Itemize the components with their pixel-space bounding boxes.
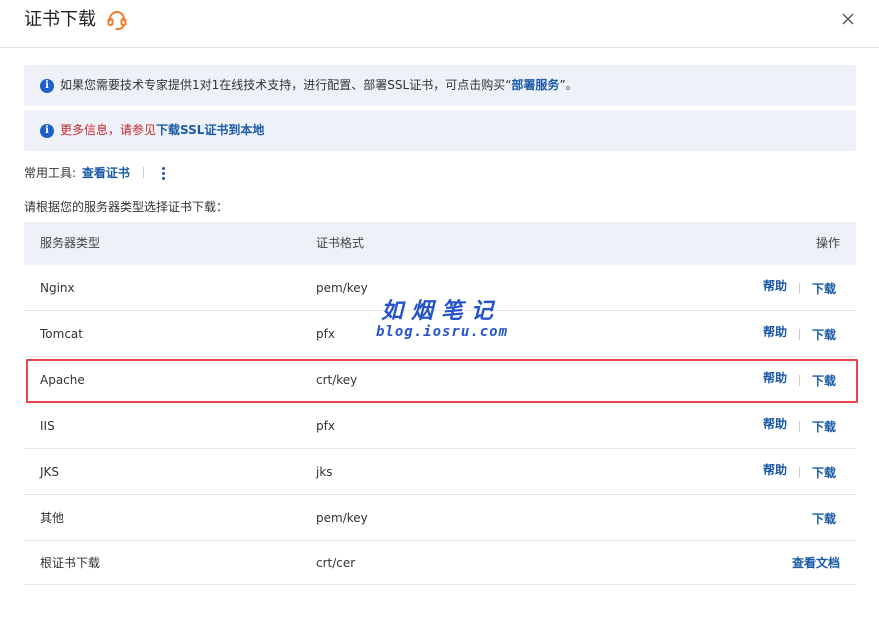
info-icon: i [40, 79, 54, 93]
cert-format: pfx [316, 327, 335, 341]
alert-text: 如果您需要技术专家提供1对1在线技术支持，进行配置、部署SSL证书，可点击购买“ [60, 78, 512, 92]
divider [142, 167, 144, 178]
alert-text: 更多信息，请参见 [60, 123, 157, 137]
server-type-prompt: 请根据您的服务器类型选择证书下载： [24, 200, 229, 214]
table-row: IIS pfx 帮助 下载 [24, 403, 856, 449]
support-service-alert: i 如果您需要技术专家提供1对1在线技术支持，进行配置、部署SSL证书，可点击购… [24, 65, 856, 106]
headset-support-icon[interactable] [106, 9, 128, 31]
cert-format: crt/cer [316, 556, 356, 570]
download-link[interactable]: 下载 [812, 511, 836, 528]
help-link[interactable]: 帮助 [763, 370, 787, 387]
watermark-url: blog.iosru.com [376, 324, 509, 340]
download-link[interactable]: 下载 [812, 281, 836, 298]
cert-format: jks [316, 465, 333, 479]
help-link[interactable]: 帮助 [763, 462, 787, 479]
table-header: 服务器类型 证书格式 操作 [24, 222, 856, 265]
cert-format: pfx [316, 419, 335, 433]
alert-suffix: ”。 [559, 78, 578, 92]
table-row: 根证书下载 crt/cer 查看文档 [24, 541, 856, 585]
header-cert-format: 证书格式 [316, 236, 365, 250]
server-type: 其他 [40, 511, 65, 525]
divider [798, 282, 800, 294]
header-server-type: 服务器类型 [40, 236, 101, 250]
help-link[interactable]: 帮助 [763, 416, 787, 433]
info-icon: i [40, 124, 54, 138]
server-type: Nginx [40, 281, 75, 295]
server-type: JKS [40, 465, 60, 479]
download-link[interactable]: 下载 [812, 419, 836, 436]
download-link[interactable]: 下载 [812, 327, 836, 344]
more-info-alert: i 更多信息，请参见下载SSL证书到本地 [24, 110, 856, 151]
cert-format: pem/key [316, 281, 368, 295]
dialog-header: 证书下载 [0, 0, 879, 48]
watermark: 如烟笔记 blog.iosru.com [376, 298, 509, 340]
divider [798, 374, 800, 386]
divider [798, 328, 800, 340]
table-row: Apache crt/key 帮助 下载 [24, 357, 856, 403]
cert-format: pem/key [316, 511, 368, 525]
divider [798, 466, 800, 478]
help-link[interactable]: 帮助 [763, 324, 787, 341]
download-link[interactable]: 下载 [812, 465, 836, 482]
help-link[interactable]: 帮助 [763, 278, 787, 295]
server-type: Apache [40, 373, 85, 387]
view-certificate-link[interactable]: 查看证书 [82, 166, 130, 180]
server-type: 根证书下载 [40, 556, 101, 570]
watermark-title: 如烟笔记 [380, 298, 501, 324]
divider [798, 420, 800, 432]
server-type-table: 服务器类型 证书格式 操作 Nginx pem/key 帮助 下载 Tomcat… [24, 222, 856, 585]
server-type: IIS [40, 419, 55, 433]
close-icon[interactable] [838, 9, 858, 29]
more-vertical-icon[interactable] [158, 165, 168, 182]
server-type: Tomcat [40, 327, 83, 341]
view-docs-link[interactable]: 查看文档 [792, 555, 840, 572]
cert-format: crt/key [316, 373, 358, 387]
deploy-service-link[interactable]: 部署服务 [511, 78, 559, 92]
table-row: JKS jks 帮助 下载 [24, 449, 856, 495]
table-row: 其他 pem/key 下载 [24, 495, 856, 541]
download-link[interactable]: 下载 [812, 373, 836, 390]
download-ssl-doc-link[interactable]: 下载SSL证书到本地 [156, 123, 264, 137]
tools-label: 常用工具: [24, 166, 77, 180]
header-action: 操作 [815, 236, 840, 250]
common-tools: 常用工具: 查看证书 [24, 165, 168, 182]
dialog-title: 证书下载 [24, 9, 96, 30]
